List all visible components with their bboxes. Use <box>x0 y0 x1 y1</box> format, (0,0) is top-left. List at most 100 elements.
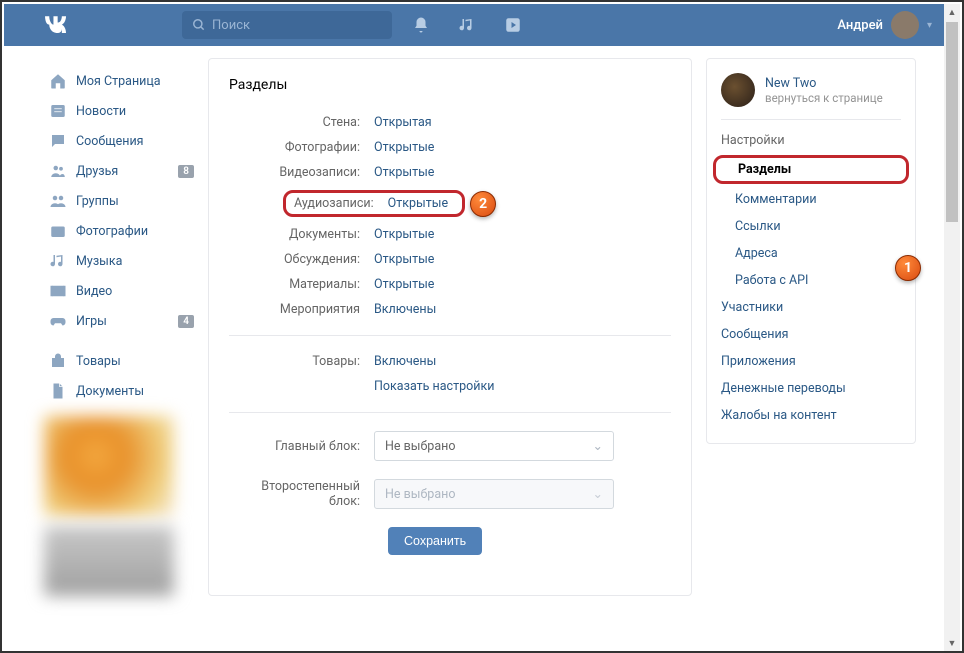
video-icon <box>48 281 68 301</box>
community-header[interactable]: New Two вернуться к странице <box>707 73 915 119</box>
right-link[interactable]: Участники <box>707 294 915 321</box>
divider <box>229 412 671 413</box>
search-icon <box>192 18 206 32</box>
ad-block[interactable] <box>44 526 174 596</box>
setting-label: Документы: <box>229 227 374 242</box>
scrollbar-thumb[interactable] <box>946 22 958 222</box>
nav-label: Новости <box>76 104 126 119</box>
nav-item-video[interactable]: Видео <box>44 276 194 306</box>
community-name: New Two <box>765 76 883 91</box>
setting-label: Фотографии: <box>229 140 374 155</box>
main-panel: Разделы Стена:ОткрытаяФотографии:Открыты… <box>208 58 692 596</box>
chevron-down-icon: ⌄ <box>593 486 603 502</box>
music-icon[interactable] <box>458 16 476 34</box>
setting-label: Мероприятия <box>229 302 374 317</box>
community-avatar <box>721 73 755 107</box>
nav-item-home[interactable]: Моя Страница <box>44 66 194 96</box>
right-link[interactable]: Адреса <box>707 240 915 267</box>
home-icon <box>48 71 68 91</box>
user-menu[interactable]: Андрей ▾ <box>837 11 932 39</box>
nav-item-doc[interactable]: Документы <box>44 376 194 406</box>
setting-value[interactable]: Открытые <box>374 165 434 180</box>
select-label-secondary: Второстепенный блок: <box>229 479 374 509</box>
search-input[interactable]: Поиск <box>182 11 392 39</box>
setting-value[interactable]: Открытые <box>374 227 434 242</box>
nav-item-groups[interactable]: Группы <box>44 186 194 216</box>
games-icon <box>48 311 68 331</box>
setting-label: Аудиозаписи: <box>290 196 388 211</box>
nav-item-bag[interactable]: Товары <box>44 346 194 376</box>
settings-section-label: Настройки <box>707 128 915 153</box>
nav-label: Моя Страница <box>76 74 161 89</box>
setting-value-goods[interactable]: Включены <box>374 354 436 369</box>
right-link[interactable]: Приложения <box>707 348 915 375</box>
nav-label: Друзья <box>76 164 118 179</box>
nav-item-photo[interactable]: Фотографии <box>44 216 194 246</box>
chat-icon <box>48 131 68 151</box>
back-to-page-link[interactable]: вернуться к странице <box>765 91 883 105</box>
setting-value[interactable]: Включены <box>374 302 436 317</box>
badge: 4 <box>178 315 194 328</box>
ad-block[interactable] <box>44 416 174 516</box>
setting-value[interactable]: Открытые <box>374 140 434 155</box>
bell-icon[interactable] <box>412 16 430 34</box>
select-label-main: Главный блок: <box>229 439 374 454</box>
secondary-block-select[interactable]: Не выбрано ⌄ <box>374 479 614 509</box>
setting-label: Стена: <box>229 115 374 130</box>
annotation-callout-2: 2 <box>470 191 496 217</box>
highlight-sections-tab: Разделы <box>713 155 909 184</box>
nav-label: Сообщения <box>76 134 144 149</box>
right-link[interactable]: Ссылки <box>707 213 915 240</box>
annotation-callout-1: 1 <box>895 255 921 281</box>
nav-item-chat[interactable]: Сообщения <box>44 126 194 156</box>
news-icon <box>48 101 68 121</box>
page-title: Разделы <box>229 77 671 93</box>
nav-label: Игры <box>76 314 107 329</box>
topbar: Поиск Андрей ▾ <box>4 4 944 46</box>
nav-label: Документы <box>76 384 144 399</box>
play-icon[interactable] <box>504 16 522 34</box>
left-nav: Моя Страница Новости Сообщения Друзья 8 Групп… <box>44 58 194 596</box>
friends-icon <box>48 161 68 181</box>
right-panel: New Two вернуться к странице Настройки Р… <box>706 58 916 444</box>
nav-item-news[interactable]: Новости <box>44 96 194 126</box>
nav-label: Музыка <box>76 254 122 269</box>
groups-icon <box>48 191 68 211</box>
nav-label: Фотографии <box>76 224 148 239</box>
nav-item-friends[interactable]: Друзья 8 <box>44 156 194 186</box>
music-icon <box>48 251 68 271</box>
scroll-up-arrow[interactable]: ▲ <box>947 7 957 17</box>
right-link[interactable]: Жалобы на контент <box>707 402 915 429</box>
user-avatar <box>891 11 919 39</box>
right-link[interactable]: Комментарии <box>707 186 915 213</box>
scrollbar[interactable]: ▲ ▼ <box>944 4 960 651</box>
bag-icon <box>48 351 68 371</box>
search-placeholder: Поиск <box>212 18 250 33</box>
setting-label-goods: Товары: <box>229 354 374 369</box>
right-link[interactable]: Работа с API <box>707 267 915 294</box>
right-link[interactable]: Сообщения <box>707 321 915 348</box>
vk-logo-icon[interactable] <box>44 11 72 39</box>
show-settings-link[interactable]: Показать настройки <box>374 379 494 394</box>
main-block-select[interactable]: Не выбрано ⌄ <box>374 431 614 461</box>
setting-label: Обсуждения: <box>229 252 374 267</box>
setting-value[interactable]: Открытые <box>374 277 434 292</box>
chevron-down-icon: ▾ <box>927 20 932 31</box>
nav-label: Товары <box>76 354 121 369</box>
setting-value-audio[interactable]: Открытые <box>388 196 448 211</box>
setting-value[interactable]: Открытые <box>374 252 434 267</box>
nav-item-games[interactable]: Игры 4 <box>44 306 194 336</box>
chevron-down-icon: ⌄ <box>593 438 603 454</box>
setting-label: Материалы: <box>229 277 374 292</box>
nav-label: Видео <box>76 284 112 299</box>
nav-label: Группы <box>76 194 119 209</box>
badge: 8 <box>178 165 194 178</box>
nav-item-music[interactable]: Музыка <box>44 246 194 276</box>
right-link[interactable]: Денежные переводы <box>707 375 915 402</box>
doc-icon <box>48 381 68 401</box>
right-link-sections[interactable]: Разделы <box>724 162 898 177</box>
scroll-down-arrow[interactable]: ▼ <box>947 638 957 648</box>
highlight-audio: Аудиозаписи: Открытые 2 <box>283 190 465 217</box>
save-button[interactable]: Сохранить <box>388 527 482 555</box>
setting-value[interactable]: Открытая <box>374 115 432 130</box>
